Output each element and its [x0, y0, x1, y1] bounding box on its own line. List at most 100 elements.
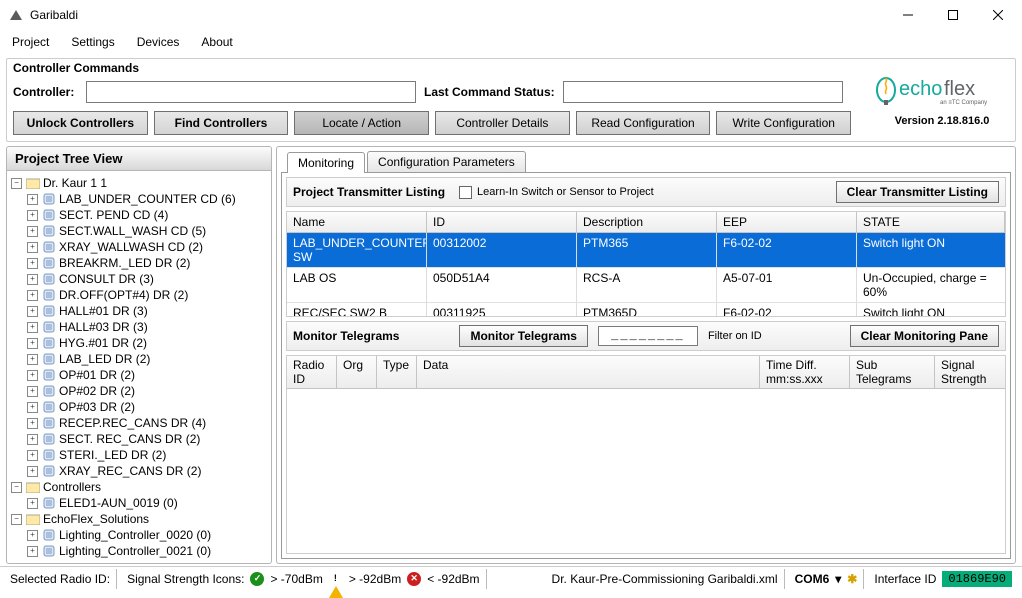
tree-item[interactable]: +HYG.#01 DR (2): [9, 335, 269, 351]
tree-item[interactable]: +Lighting_Controller_0021 (0): [9, 543, 269, 559]
tree-root[interactable]: −Dr. Kaur 1 1: [9, 175, 269, 191]
menu-devices[interactable]: Devices: [137, 35, 180, 49]
tree-item[interactable]: +XRAY_REC_CANS DR (2): [9, 463, 269, 479]
tree-item[interactable]: +HALL#03 DR (3): [9, 319, 269, 335]
tree-expander[interactable]: +: [27, 226, 38, 237]
locate-action-button[interactable]: Locate / Action: [294, 111, 429, 135]
tree-item[interactable]: +XRAY_WALLWASH CD (2): [9, 239, 269, 255]
controller-details-button[interactable]: Controller Details: [435, 111, 570, 135]
tree-expander[interactable]: +: [27, 354, 38, 365]
th-type[interactable]: Type: [377, 356, 417, 389]
tree-expander[interactable]: +: [27, 498, 38, 509]
signal-strength-icons-label: Signal Strength Icons:: [127, 572, 244, 586]
tree-expander[interactable]: +: [27, 210, 38, 221]
th-description[interactable]: Description: [577, 212, 717, 233]
tree-item[interactable]: +OP#02 DR (2): [9, 383, 269, 399]
tab-monitoring[interactable]: Monitoring: [287, 152, 365, 173]
telegram-table-body[interactable]: [287, 389, 1005, 553]
menu-project[interactable]: Project: [12, 35, 49, 49]
last-command-status-field: [563, 81, 843, 103]
tree-expander[interactable]: +: [27, 322, 38, 333]
menu-settings[interactable]: Settings: [71, 35, 114, 49]
tree-item[interactable]: +SECT. REC_CANS DR (2): [9, 431, 269, 447]
th-id[interactable]: ID: [427, 212, 577, 233]
tree-expander[interactable]: +: [27, 338, 38, 349]
node-icon: [41, 287, 57, 303]
th-time-diff[interactable]: Time Diff. mm:ss.xxx: [760, 356, 850, 389]
minimize-button[interactable]: [885, 0, 930, 30]
tree-expander[interactable]: −: [11, 482, 22, 493]
th-org[interactable]: Org: [337, 356, 377, 389]
tree-item[interactable]: +DR.OFF(OPT#4) DR (2): [9, 287, 269, 303]
find-controllers-button[interactable]: Find Controllers: [154, 111, 289, 135]
tree-controllers[interactable]: −Controllers: [9, 479, 269, 495]
version-label: Version 2.18.816.0: [872, 115, 1012, 127]
tree-item[interactable]: +CONSULT DR (3): [9, 271, 269, 287]
tree-echoflex[interactable]: −EchoFlex_Solutions: [9, 511, 269, 527]
unlock-controllers-button[interactable]: Unlock Controllers: [13, 111, 148, 135]
table-row[interactable]: LAB OS050D51A4RCS-AA5-07-01Un-Occupied, …: [287, 268, 1005, 303]
tree-expander[interactable]: +: [27, 546, 38, 557]
write-configuration-button[interactable]: Write Configuration: [716, 111, 851, 135]
th-eep[interactable]: EEP: [717, 212, 857, 233]
menu-about[interactable]: About: [201, 35, 232, 49]
controller-input[interactable]: [86, 81, 416, 103]
tree-expander[interactable]: +: [27, 466, 38, 477]
tree-item[interactable]: +LAB_LED DR (2): [9, 351, 269, 367]
tree-item[interactable]: +OP#03 DR (2): [9, 399, 269, 415]
tree-item[interactable]: +Lighting_Controller_0020 (0): [9, 527, 269, 543]
table-row[interactable]: LAB_UNDER_COUNTER SW00312002PTM365F6-02-…: [287, 233, 1005, 268]
tree-expander[interactable]: +: [27, 370, 38, 381]
tree-expander[interactable]: −: [11, 178, 22, 189]
th-radio-id[interactable]: Radio ID: [287, 356, 337, 389]
clear-transmitter-listing-button[interactable]: Clear Transmitter Listing: [836, 181, 999, 203]
clear-monitoring-pane-button[interactable]: Clear Monitoring Pane: [850, 325, 999, 347]
tree-expander[interactable]: +: [27, 450, 38, 461]
learn-in-checkbox[interactable]: [459, 186, 472, 199]
tree-expander[interactable]: +: [27, 274, 38, 285]
monitor-telegrams-button[interactable]: Monitor Telegrams: [459, 325, 587, 347]
close-button[interactable]: [975, 0, 1020, 30]
tree-item[interactable]: +SECT.WALL_WASH CD (5): [9, 223, 269, 239]
tree-expander[interactable]: +: [27, 194, 38, 205]
tab-configuration-parameters[interactable]: Configuration Parameters: [367, 151, 526, 172]
th-state[interactable]: STATE: [857, 212, 1005, 233]
th-sub-telegrams[interactable]: Sub Telegrams: [850, 356, 935, 389]
th-data[interactable]: Data: [417, 356, 760, 389]
tree-item[interactable]: +STERI._LED DR (2): [9, 447, 269, 463]
refresh-icon[interactable]: ✱: [847, 572, 857, 586]
tree-expander[interactable]: +: [27, 306, 38, 317]
node-icon: [41, 463, 57, 479]
node-icon: [41, 207, 57, 223]
th-name[interactable]: Name: [287, 212, 427, 233]
th-signal-strength[interactable]: Signal Strength: [935, 356, 1005, 389]
filter-id-input[interactable]: ________: [598, 326, 698, 346]
tree-item[interactable]: +BREAKRM._LED DR (2): [9, 255, 269, 271]
tree-item[interactable]: +SECT. PEND CD (4): [9, 207, 269, 223]
table-row[interactable]: REC/SEC SW2 B PADDLE00311925PTM365DF6-02…: [287, 303, 1005, 316]
transmitter-table-body[interactable]: LAB_UNDER_COUNTER SW00312002PTM365F6-02-…: [287, 233, 1005, 316]
read-configuration-button[interactable]: Read Configuration: [576, 111, 711, 135]
node-icon: [41, 319, 57, 335]
tree-item[interactable]: +HALL#01 DR (3): [9, 303, 269, 319]
tree-expander[interactable]: +: [27, 418, 38, 429]
tree-item[interactable]: +RECEP.REC_CANS DR (4): [9, 415, 269, 431]
node-icon: [41, 239, 57, 255]
tree-expander[interactable]: +: [27, 290, 38, 301]
app-icon: [8, 7, 24, 23]
tree-expander[interactable]: +: [27, 258, 38, 269]
tree-expander[interactable]: +: [27, 386, 38, 397]
tree-expander[interactable]: +: [27, 402, 38, 413]
tree-expander[interactable]: −: [11, 514, 22, 525]
tree-expander[interactable]: +: [27, 434, 38, 445]
node-icon: [41, 415, 57, 431]
tree-item[interactable]: +OP#01 DR (2): [9, 367, 269, 383]
tree-item[interactable]: +LAB_UNDER_COUNTER CD (6): [9, 191, 269, 207]
project-tree[interactable]: −Dr. Kaur 1 1+LAB_UNDER_COUNTER CD (6)+S…: [7, 171, 271, 563]
maximize-button[interactable]: [930, 0, 975, 30]
com-dropdown-icon[interactable]: ▾: [835, 572, 841, 586]
tree-expander[interactable]: +: [27, 242, 38, 253]
svg-text:echo: echo: [899, 78, 942, 100]
tree-item[interactable]: +ELED1-AUN_0019 (0): [9, 495, 269, 511]
tree-expander[interactable]: +: [27, 530, 38, 541]
